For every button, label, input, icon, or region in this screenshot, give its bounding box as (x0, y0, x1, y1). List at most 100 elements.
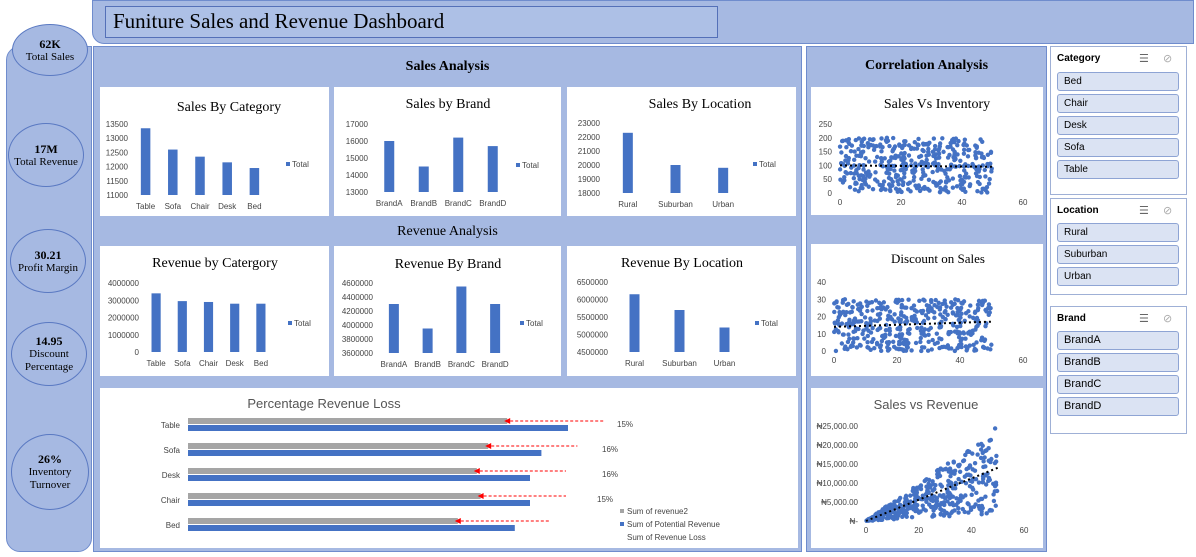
scatter-point (961, 331, 967, 336)
kpi-discount: 14.95 Discount Percentage (11, 322, 87, 386)
scatter-point (894, 300, 900, 305)
y-tick-label: 250 (819, 120, 833, 129)
legend-swatch (753, 162, 757, 166)
scatter-point (987, 305, 993, 311)
bar (203, 301, 214, 352)
scatter-point (981, 464, 986, 470)
scatter-point (925, 316, 931, 321)
scatter-point (869, 300, 875, 305)
chart-revenue-brand: Revenue By Brand 4600000 4400000 4200000 400… (342, 257, 543, 369)
slicer-item[interactable]: Rural (1057, 223, 1179, 242)
slicer-item[interactable]: Suburban (1057, 245, 1179, 264)
clear-filter-icon[interactable]: ⊘ (1163, 312, 1172, 325)
category-label: Bed (166, 521, 180, 530)
y-tick-label: 11500 (106, 177, 128, 186)
bar (384, 141, 395, 192)
scatter-point (992, 484, 998, 489)
scatter-point (966, 510, 971, 515)
scatter-point (842, 346, 847, 351)
data-label: 15% (597, 495, 613, 504)
scatter-point (927, 188, 932, 193)
scatter-point (879, 149, 884, 154)
scatter-point (847, 317, 852, 323)
scatter-point (942, 508, 947, 514)
scatter-point (891, 502, 897, 508)
scatter-point (916, 142, 921, 148)
scatter-point (945, 312, 950, 318)
scatter-point (911, 507, 916, 512)
scatter-point (922, 478, 927, 484)
scatter-point (965, 154, 971, 159)
scatter-point (917, 298, 922, 303)
scatter-point (877, 325, 883, 331)
scatter-point (920, 310, 925, 316)
clear-filter-icon[interactable]: ⊘ (1163, 204, 1172, 217)
scatter-point (963, 189, 968, 194)
scatter-point (856, 153, 862, 159)
scatter-point (924, 153, 929, 158)
multi-select-icon[interactable]: ☰ (1139, 312, 1149, 325)
scatter-point (887, 187, 893, 192)
chart-title: Sales by Brand (406, 97, 491, 112)
scatter-point (891, 135, 896, 141)
slicer-item[interactable]: Table (1057, 160, 1179, 179)
scatter-point (986, 458, 991, 463)
scatter-point (938, 512, 943, 517)
scatter-point (985, 152, 991, 158)
x-tick-label: Desk (226, 359, 245, 368)
scatter-point (980, 476, 986, 482)
scatter-point (962, 137, 968, 142)
scatter-point (868, 318, 874, 324)
scatter-point (835, 328, 841, 334)
scatter-point (921, 142, 926, 147)
bar (177, 301, 187, 352)
slicer-item[interactable]: Sofa (1057, 138, 1179, 157)
scatter-point (892, 510, 897, 516)
slicer-item[interactable]: Desk (1057, 116, 1179, 135)
scatter-point (869, 339, 875, 345)
scatter-point (976, 168, 981, 173)
chart-revenue-location: Revenue By Location 6500000 6000000 5500000… (577, 256, 778, 368)
chart-title: Sales By Category (177, 100, 281, 115)
slicer-item[interactable]: Urban (1057, 267, 1179, 286)
scatter-point (973, 155, 979, 160)
y-tick-label: 15000 (346, 154, 369, 163)
y-tick-label: 5500000 (577, 313, 609, 322)
kpi-value: 17M (34, 141, 58, 156)
scatter-point (901, 508, 906, 514)
card-revenue-location: Revenue By Location 6500000 6000000 5500000… (567, 246, 796, 376)
scatter-point (837, 309, 842, 315)
y-tick-label: 13000 (346, 188, 369, 197)
slicer-item[interactable]: Chair (1057, 94, 1179, 113)
scatter-point (926, 146, 931, 152)
slicer-item[interactable]: BrandD (1057, 397, 1179, 416)
scatter-point (936, 148, 941, 153)
scatter-point (984, 309, 989, 314)
clear-filter-icon[interactable]: ⊘ (1163, 52, 1172, 65)
scatter-point (949, 140, 954, 145)
scatter-point (882, 505, 888, 510)
scatter-point (892, 144, 898, 149)
scatter-point (875, 312, 881, 317)
legend-swatch (288, 321, 292, 325)
card-revenue-loss: Percentage Revenue Loss Table 15% Sofa 16% De… (100, 388, 798, 548)
legend-swatch (620, 509, 624, 513)
y-tick-label: ₦25,000.00 (817, 422, 859, 431)
scatter-point (841, 332, 846, 337)
scatter-point (963, 171, 969, 176)
scatter-point (985, 161, 990, 167)
slicer-item[interactable]: BrandB (1057, 353, 1179, 372)
scatter-point (850, 305, 855, 310)
y-tick-label: 13000 (106, 134, 129, 143)
scatter-point (956, 464, 962, 469)
scatter-point (846, 301, 851, 307)
slicer-item[interactable]: Bed (1057, 72, 1179, 91)
scatter-point (902, 175, 907, 180)
multi-select-icon[interactable]: ☰ (1139, 52, 1149, 65)
slicer-item[interactable]: BrandC (1057, 375, 1179, 394)
slicer-item[interactable]: BrandA (1057, 331, 1179, 350)
multi-select-icon[interactable]: ☰ (1139, 204, 1149, 217)
scatter-point (959, 311, 964, 316)
data-label: 15% (617, 420, 633, 429)
y-tick-label: ₦- (850, 517, 859, 526)
